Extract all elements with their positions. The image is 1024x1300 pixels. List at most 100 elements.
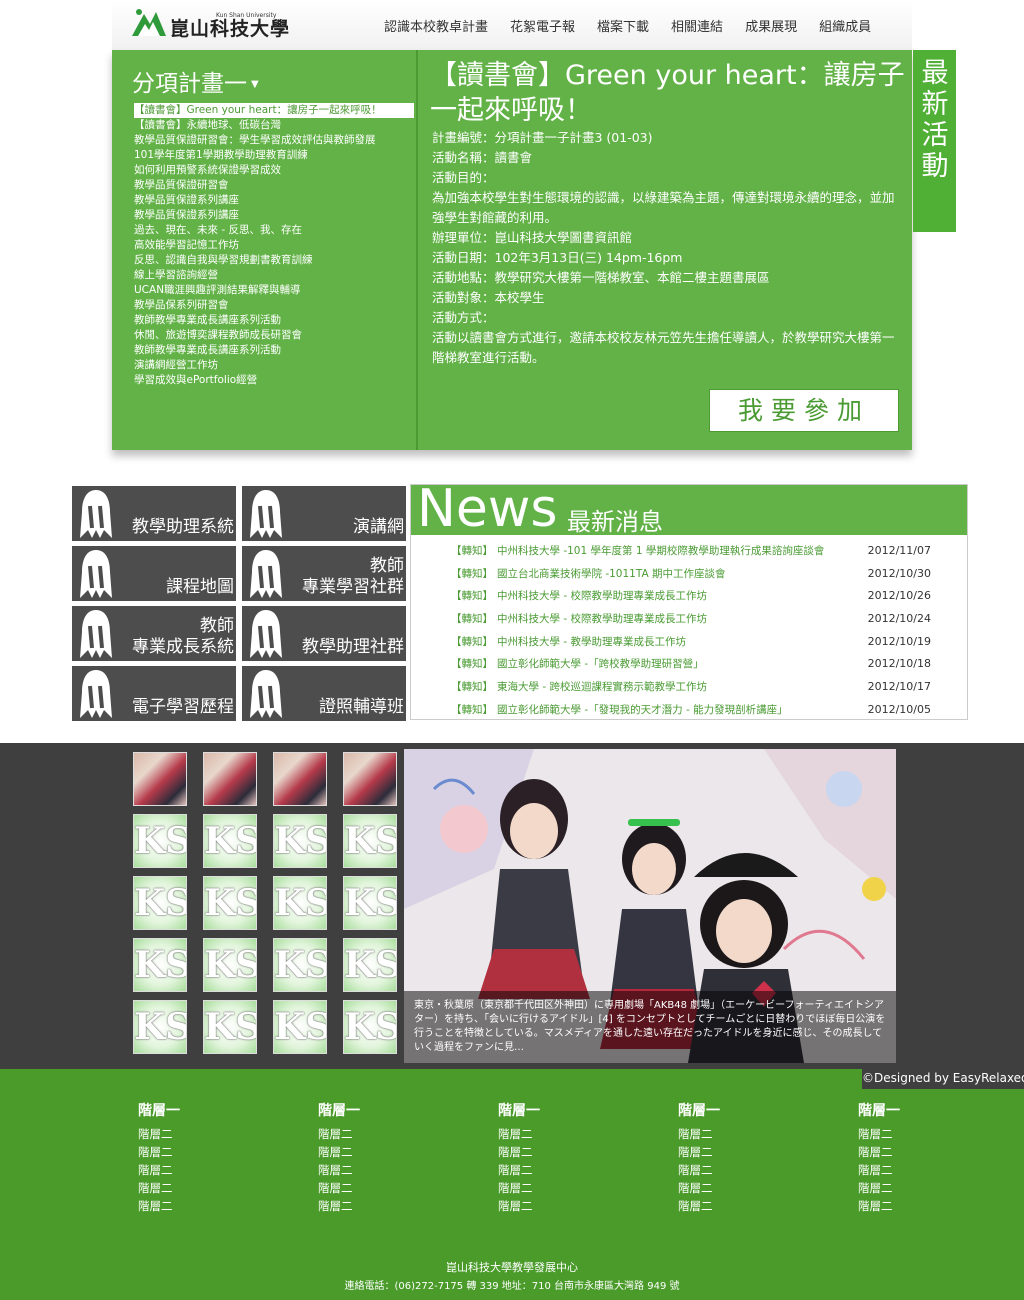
footer-link[interactable]: 階層二 — [858, 1143, 978, 1161]
university-logo[interactable]: 崑山科技大學 Kun Shan University — [130, 6, 300, 46]
news-item[interactable]: 【轉知】 東海大學 - 跨校巡迴課程實務示範教學工作坊 2012/10/17 — [451, 675, 931, 698]
project-list-item[interactable]: 教學品質保證研習會：學生學習成效評估與教師發展 — [134, 133, 416, 148]
footer-link[interactable]: 階層二 — [498, 1125, 618, 1143]
footer-link[interactable]: 階層二 — [138, 1125, 258, 1143]
gallery-placeholder-thumbnail[interactable]: KSU — [203, 814, 257, 868]
gallery-placeholder-thumbnail[interactable]: KSU — [343, 876, 397, 930]
footer-link[interactable]: 階層二 — [678, 1125, 798, 1143]
news-link[interactable]: 國立台北商業技術學院 -1011TA 期中工作座談會 — [497, 566, 864, 581]
news-link[interactable]: 東海大學 - 跨校巡迴課程實務示範教學工作坊 — [497, 679, 864, 694]
footer-link[interactable]: 階層二 — [138, 1179, 258, 1197]
footer-link[interactable]: 階層二 — [138, 1143, 258, 1161]
news-item[interactable]: 【轉知】 中州科技大學 - 校際教學助理專業成長工作坊 2012/10/24 — [451, 607, 931, 630]
news-item[interactable]: 【轉知】 國立彰化師範大學 -「發現我的天才潛力 - 能力發現剖析講座」 2012/… — [451, 698, 931, 721]
footer-heading[interactable]: 階層一 — [858, 1103, 978, 1119]
footer-link[interactable]: 階層二 — [138, 1161, 258, 1179]
project-list-item[interactable]: 如何利用預警系統保證學習成效 — [134, 163, 416, 178]
nav-item-links[interactable]: 相關連結 — [671, 16, 723, 35]
project-list-item[interactable]: 教學品保系列研習會 — [134, 298, 416, 313]
gallery-placeholder-thumbnail[interactable]: KSU — [273, 1000, 327, 1054]
project-list-item[interactable]: 反思、認識自我與學習規劃書教育訓練 — [134, 253, 416, 268]
tile-teacher-growth[interactable]: 教師 專業成長系統 — [72, 606, 236, 661]
footer-link[interactable]: 階層二 — [858, 1179, 978, 1197]
nav-item-teaching-excellence[interactable]: 認識本校教卓計畫 — [384, 16, 488, 35]
gallery-placeholder-thumbnail[interactable]: KSU — [343, 814, 397, 868]
news-item[interactable]: 【轉知】 中州科技大學 - 教學助理專業成長工作坊 2012/10/19 — [451, 630, 931, 653]
tile-lecture-net[interactable]: 演講網 — [242, 486, 406, 541]
project-list-item[interactable]: 演講網經營工作坊 — [134, 358, 416, 373]
project-list-item[interactable]: 教學品質保證研習會 — [134, 178, 416, 193]
news-link[interactable]: 中州科技大學 - 教學助理專業成長工作坊 — [497, 634, 864, 649]
project-list-item[interactable]: 高效能學習記憶工作坊 — [134, 238, 416, 253]
latest-activities-tab[interactable]: 最新活動 — [913, 50, 956, 232]
project-list-item[interactable]: 教學品質保證系列講座 — [134, 193, 416, 208]
footer-heading[interactable]: 階層一 — [498, 1103, 618, 1119]
footer-link[interactable]: 階層二 — [318, 1143, 438, 1161]
project-list-item[interactable]: 教師教學專業成長講座系列活動 — [134, 313, 416, 328]
project-dropdown[interactable]: 分項計畫一 ▼ — [132, 64, 259, 98]
footer-link[interactable]: 階層二 — [318, 1179, 438, 1197]
footer-link[interactable]: 階層二 — [318, 1161, 438, 1179]
project-list-item[interactable]: 101學年度第1學期教學助理教育訓練 — [134, 148, 416, 163]
footer-link[interactable]: 階層二 — [678, 1179, 798, 1197]
news-item[interactable]: 【轉知】 中州科技大學 -101 學年度第 1 學期校際教學助理執行成果諮詢座談會… — [451, 539, 931, 562]
tile-certificate-class[interactable]: 證照輔導班 — [242, 666, 406, 721]
footer-link[interactable]: 階層二 — [498, 1197, 618, 1215]
project-list-item[interactable]: 教學品質保證系列講座 — [134, 208, 416, 223]
project-list-item[interactable]: 線上學習諮詢經營 — [134, 268, 416, 283]
tile-course-map[interactable]: 課程地圖 — [72, 546, 236, 601]
footer-link[interactable]: 階層二 — [498, 1143, 618, 1161]
gallery-placeholder-thumbnail[interactable]: KSU — [273, 876, 327, 930]
featured-photo[interactable]: 東京・秋葉原（東京都千代田区外神田）に専用劇場「AKB48 劇場」（エーケービー… — [404, 749, 896, 1063]
gallery-placeholder-thumbnail[interactable]: KSU — [133, 814, 187, 868]
tile-ta-community[interactable]: 教學助理社群 — [242, 606, 406, 661]
news-link[interactable]: 中州科技大學 -101 學年度第 1 學期校際教學助理執行成果諮詢座談會 — [497, 543, 864, 558]
footer-link[interactable]: 階層二 — [678, 1161, 798, 1179]
gallery-thumbnail[interactable] — [343, 752, 397, 806]
news-link[interactable]: 國立彰化師範大學 -「跨校教學助理研習營」 — [497, 656, 864, 671]
project-list-item[interactable]: 休閒、旅遊博奕課程教師成長研習會 — [134, 328, 416, 343]
news-item[interactable]: 【轉知】 中州科技大學 - 校際教學助理專業成長工作坊 2012/10/26 — [451, 584, 931, 607]
project-list-item[interactable]: 過去、現在、未來 - 反思、我、存在 — [134, 223, 416, 238]
footer-link[interactable]: 階層二 — [138, 1197, 258, 1215]
news-link[interactable]: 中州科技大學 - 校際教學助理專業成長工作坊 — [497, 588, 864, 603]
gallery-placeholder-thumbnail[interactable]: KSU — [203, 1000, 257, 1054]
gallery-placeholder-thumbnail[interactable]: KSU — [273, 938, 327, 992]
footer-link[interactable]: 階層二 — [318, 1125, 438, 1143]
news-item[interactable]: 【轉知】 國立彰化師範大學 -「跨校教學助理研習營」 2012/10/18 — [451, 652, 931, 675]
footer-link[interactable]: 階層二 — [858, 1161, 978, 1179]
gallery-placeholder-thumbnail[interactable]: KSU — [133, 876, 187, 930]
footer-link[interactable]: 階層二 — [858, 1197, 978, 1215]
project-list-item[interactable]: 教師教學專業成長講座系列活動 — [134, 343, 416, 358]
nav-item-results[interactable]: 成果展現 — [745, 16, 797, 35]
project-list-item[interactable]: 【讀書會】永續地球、低碳台灣 — [134, 118, 416, 133]
nav-item-downloads[interactable]: 檔案下載 — [597, 16, 649, 35]
footer-link[interactable]: 階層二 — [678, 1197, 798, 1215]
footer-heading[interactable]: 階層一 — [318, 1103, 438, 1119]
gallery-placeholder-thumbnail[interactable]: KSU — [133, 938, 187, 992]
news-link[interactable]: 中州科技大學 - 校際教學助理專業成長工作坊 — [497, 611, 864, 626]
gallery-thumbnail[interactable] — [273, 752, 327, 806]
gallery-placeholder-thumbnail[interactable]: KSU — [343, 1000, 397, 1054]
tile-e-portfolio[interactable]: 電子學習歷程 — [72, 666, 236, 721]
gallery-thumbnail[interactable] — [133, 752, 187, 806]
gallery-thumbnail[interactable] — [203, 752, 257, 806]
join-button[interactable]: 我要參加 — [709, 389, 899, 432]
news-item[interactable]: 【轉知】 國立台北商業技術學院 -1011TA 期中工作座談會 2012/10/30 — [451, 562, 931, 585]
gallery-placeholder-thumbnail[interactable]: KSU — [203, 938, 257, 992]
footer-link[interactable]: 階層二 — [498, 1179, 618, 1197]
nav-item-newsletter[interactable]: 花絮電子報 — [510, 16, 575, 35]
footer-heading[interactable]: 階層一 — [678, 1103, 798, 1119]
footer-link[interactable]: 階層二 — [498, 1161, 618, 1179]
news-link[interactable]: 國立彰化師範大學 -「發現我的天才潛力 - 能力發現剖析講座」 — [497, 702, 864, 717]
tile-ta-system[interactable]: 教學助理系統 — [72, 486, 236, 541]
project-list-item[interactable]: 學習成效與ePortfolio經營 — [134, 373, 416, 388]
nav-item-members[interactable]: 組織成員 — [819, 16, 871, 35]
gallery-placeholder-thumbnail[interactable]: KSU — [203, 876, 257, 930]
gallery-placeholder-thumbnail[interactable]: KSU — [343, 938, 397, 992]
tile-teacher-community[interactable]: 教師 專業學習社群 — [242, 546, 406, 601]
project-list-item[interactable]: UCAN職涯興趣評測結果解釋與輔導 — [134, 283, 416, 298]
gallery-placeholder-thumbnail[interactable]: KSU — [133, 1000, 187, 1054]
footer-link[interactable]: 階層二 — [678, 1143, 798, 1161]
gallery-placeholder-thumbnail[interactable]: KSU — [273, 814, 327, 868]
